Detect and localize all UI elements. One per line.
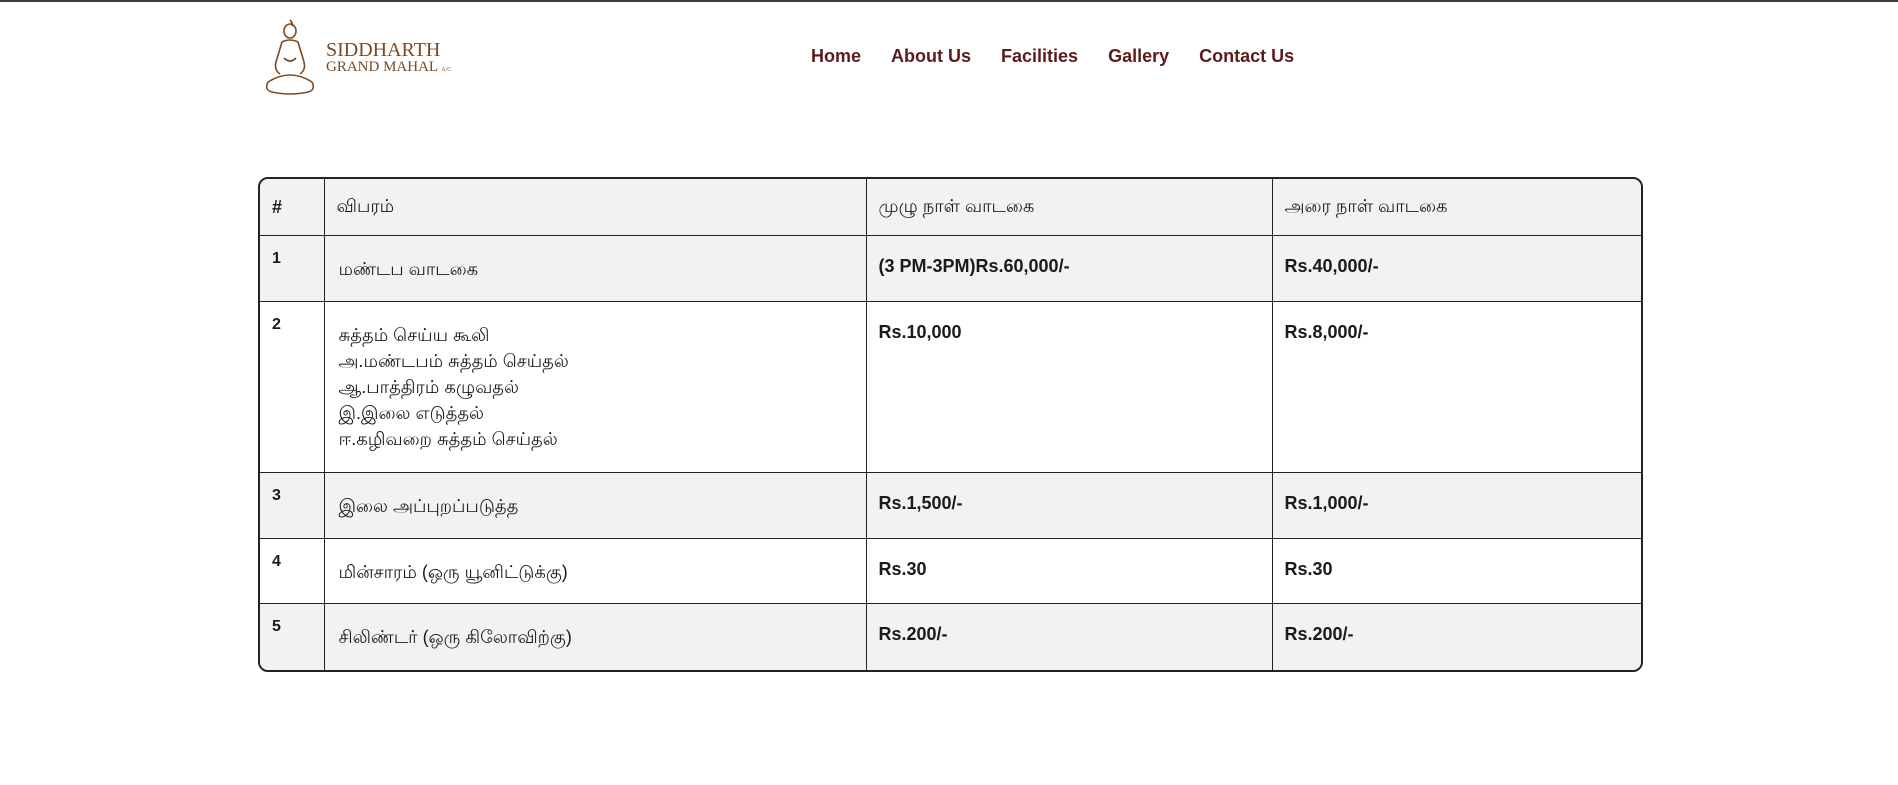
row-number: 2 [260,301,325,473]
description-line: சுத்தம் செய்ய கூலி [338,325,490,345]
brand-suffix: A/C [441,66,452,73]
table-row: 5 சிலிண்டர் (ஒரு கிலோவிற்கு) Rs.200/- Rs… [260,603,1641,670]
half-day-price: Rs.30 [1271,538,1641,604]
row-number: 4 [260,538,325,604]
full-day-price: Rs.30 [865,538,1273,604]
brand-line1: SIDDHARTH [326,38,441,61]
table-header-row: # விபரம் முழு நாள் வாடகை அரை நாள் வாடகை [260,179,1641,236]
row-number: 1 [260,235,325,302]
header-full-day-rent: முழு நாள் வாடகை [865,179,1273,236]
nav-gallery[interactable]: Gallery [1108,46,1169,67]
table-row: 2 சுத்தம் செய்ய கூலி அ.மண்டபம் சுத்தம் செ… [260,301,1641,473]
tariff-table: # விபரம் முழு நாள் வாடகை அரை நாள் வாடகை … [258,177,1643,672]
brand-line2: GRAND MAHAL [326,58,438,75]
header-number: # [260,179,325,236]
description-line: ஈ.கழிவறை சுத்தம் செய்தல் [338,429,558,449]
main-nav: Home About Us Facilities Gallery Contact… [811,46,1294,67]
buddha-icon [265,19,315,95]
row-description: மின்சாரம் (ஒரு யூனிட்டுக்கு) [323,538,867,604]
row-number: 5 [260,603,325,670]
table-row: 3 இலை அப்புறப்படுத்த Rs.1,500/- Rs.1,000… [260,472,1641,539]
half-day-price: Rs.1,000/- [1271,472,1641,539]
description-line: சிலிண்டர் (ஒரு கிலோவிற்கு) [338,627,572,647]
row-description: இலை அப்புறப்படுத்த [323,472,867,539]
nav-about-us[interactable]: About Us [891,46,971,67]
half-day-price: Rs.200/- [1271,603,1641,670]
description-line: ஆ.பாத்திரம் கழுவதல் [338,377,519,397]
full-day-price: (3 PM-3PM)Rs.60,000/- [865,235,1273,302]
full-day-price: Rs.10,000 [865,301,1273,473]
full-day-price: Rs.1,500/- [865,472,1273,539]
row-number: 3 [260,472,325,539]
half-day-price: Rs.8,000/- [1271,301,1641,473]
logo[interactable]: SIDDHARTH GRAND MAHAL A/C [260,18,470,96]
description-line: இ.இலை எடுத்தல் [338,403,485,423]
row-description: மண்டப வாடகை [323,235,867,302]
nav-facilities[interactable]: Facilities [1001,46,1078,67]
row-description: சிலிண்டர் (ஒரு கிலோவிற்கு) [323,603,867,670]
description-line: இலை அப்புறப்படுத்த [338,496,519,516]
nav-home[interactable]: Home [811,46,861,67]
description-line: அ.மண்டபம் சுத்தம் செய்தல் [338,351,569,371]
header-description: விபரம் [323,179,867,236]
table-row: 1 மண்டப வாடகை (3 PM-3PM)Rs.60,000/- Rs.4… [260,235,1641,302]
top-border [0,0,1898,2]
description-line: மின்சாரம் (ஒரு யூனிட்டுக்கு) [338,562,568,582]
row-description: சுத்தம் செய்ய கூலி அ.மண்டபம் சுத்தம் செய்… [323,301,867,473]
nav-contact-us[interactable]: Contact Us [1199,46,1294,67]
description-line: மண்டப வாடகை [338,259,479,279]
table-row: 4 மின்சாரம் (ஒரு யூனிட்டுக்கு) Rs.30 Rs.… [260,538,1641,604]
header-half-day-rent: அரை நாள் வாடகை [1271,179,1641,236]
half-day-price: Rs.40,000/- [1271,235,1641,302]
full-day-price: Rs.200/- [865,603,1273,670]
